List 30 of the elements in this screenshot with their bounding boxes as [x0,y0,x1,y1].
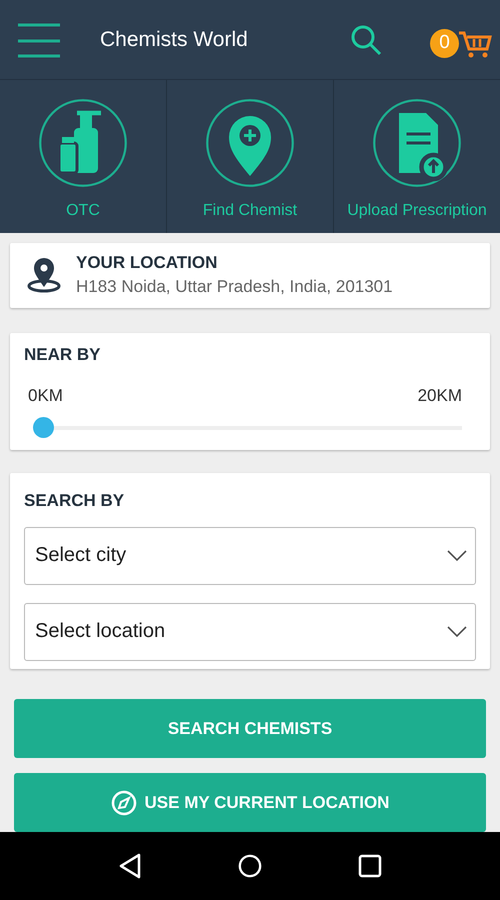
category-tile[interactable]: OTC [0,80,167,233]
bottles-icon [38,98,128,188]
search-by-heading: SEARCH BY [24,490,126,511]
min-distance-label: 0KM [28,386,63,406]
search-button[interactable]: SEARCH CHEMISTS [14,699,486,758]
category-tile[interactable]: Find Chemist [167,80,334,233]
app-title: Chemists World [100,28,249,52]
distance-slider[interactable] [33,416,462,438]
dropdown-field[interactable]: Select city [24,526,476,585]
cart-count-badge: 0 [430,28,459,58]
map-pin-plus-icon [205,98,295,188]
near-by-heading: NEAR BY [24,344,102,365]
category-tile[interactable]: Upload Prescription [334,80,500,233]
location-pin-icon [26,257,62,294]
location-address: H183 Noida, Uttar Pradesh, India, 201301 [76,277,393,298]
recents-icon[interactable] [358,853,382,879]
search-icon[interactable] [350,24,382,56]
dropdown-field[interactable]: Select location [24,602,476,661]
home-icon[interactable] [238,853,262,879]
location-heading: YOUR LOCATION [76,253,218,274]
slider-thumb[interactable] [33,416,54,438]
back-icon[interactable] [118,853,142,879]
chevron-down-icon [447,550,467,562]
use-location-button[interactable]: USE MY CURRENT LOCATION [14,773,486,832]
chevron-down-icon [447,626,467,638]
max-distance-label: 20KM [418,386,462,406]
document-upload-icon [372,98,462,188]
compass-icon [110,790,137,816]
menu-icon[interactable] [16,22,62,58]
cart-icon[interactable] [458,30,492,58]
